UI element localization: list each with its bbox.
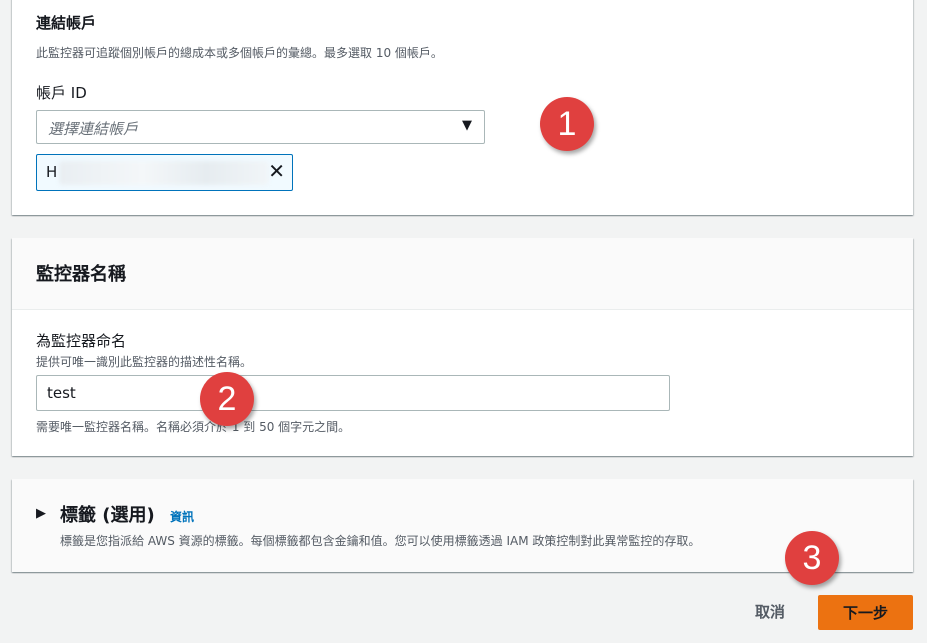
monitor-name-label: 為監控器命名 bbox=[36, 332, 127, 350]
cancel-button[interactable]: 取消 bbox=[740, 596, 800, 626]
tags-description: 標籤是您指派給 AWS 資源的標籤。每個標籤都包含金鑰和值。您可以使用標籤透過 … bbox=[60, 534, 701, 548]
close-icon[interactable]: ✕ bbox=[268, 159, 285, 183]
callout-badge-1: 1 bbox=[540, 97, 594, 151]
next-button[interactable]: 下一步 bbox=[818, 595, 913, 630]
monitor-name-panel: 監控器名稱 為監控器命名 提供可唯一識別此監控器的描述性名稱。 需要唯一監控器名… bbox=[12, 238, 913, 456]
redacted-account-id bbox=[59, 161, 269, 185]
caret-down-icon: ▼ bbox=[462, 118, 472, 133]
account-id-label: 帳戶 ID bbox=[36, 84, 87, 102]
linked-accounts-title: 連結帳戶 bbox=[36, 14, 97, 32]
selected-account-token: H ✕ bbox=[36, 154, 293, 191]
tags-info-link[interactable]: 資訊 bbox=[170, 508, 194, 525]
linked-accounts-panel: 連結帳戶 此監控器可追蹤個別帳戶的總成本或多個帳戶的彙總。最多選取 10 個帳戶… bbox=[12, 0, 913, 215]
tags-panel: ▶ 標籤 (選用) 資訊 標籤是您指派給 AWS 資源的標籤。每個標籤都包含金鑰… bbox=[12, 479, 913, 572]
monitor-name-description: 提供可唯一識別此監控器的描述性名稱。 bbox=[36, 355, 253, 369]
monitor-name-header: 監控器名稱 bbox=[12, 238, 913, 310]
token-account-id: H bbox=[46, 163, 58, 181]
monitor-name-input[interactable] bbox=[36, 375, 670, 411]
monitor-name-constraint: 需要唯一監控器名稱。名稱必須介於 1 到 50 個字元之間。 bbox=[36, 420, 351, 434]
select-placeholder: 選擇連結帳戶 bbox=[48, 120, 139, 138]
tags-title[interactable]: 標籤 (選用) bbox=[60, 501, 155, 527]
callout-badge-3: 3 bbox=[785, 531, 839, 585]
monitor-name-section-title: 監控器名稱 bbox=[36, 264, 126, 285]
linked-account-select[interactable]: 選擇連結帳戶 ▼ bbox=[36, 110, 485, 144]
callout-badge-2: 2 bbox=[200, 372, 254, 426]
linked-accounts-description: 此監控器可追蹤個別帳戶的總成本或多個帳戶的彙總。最多選取 10 個帳戶。 bbox=[36, 46, 443, 60]
expand-caret-icon[interactable]: ▶ bbox=[36, 506, 46, 521]
